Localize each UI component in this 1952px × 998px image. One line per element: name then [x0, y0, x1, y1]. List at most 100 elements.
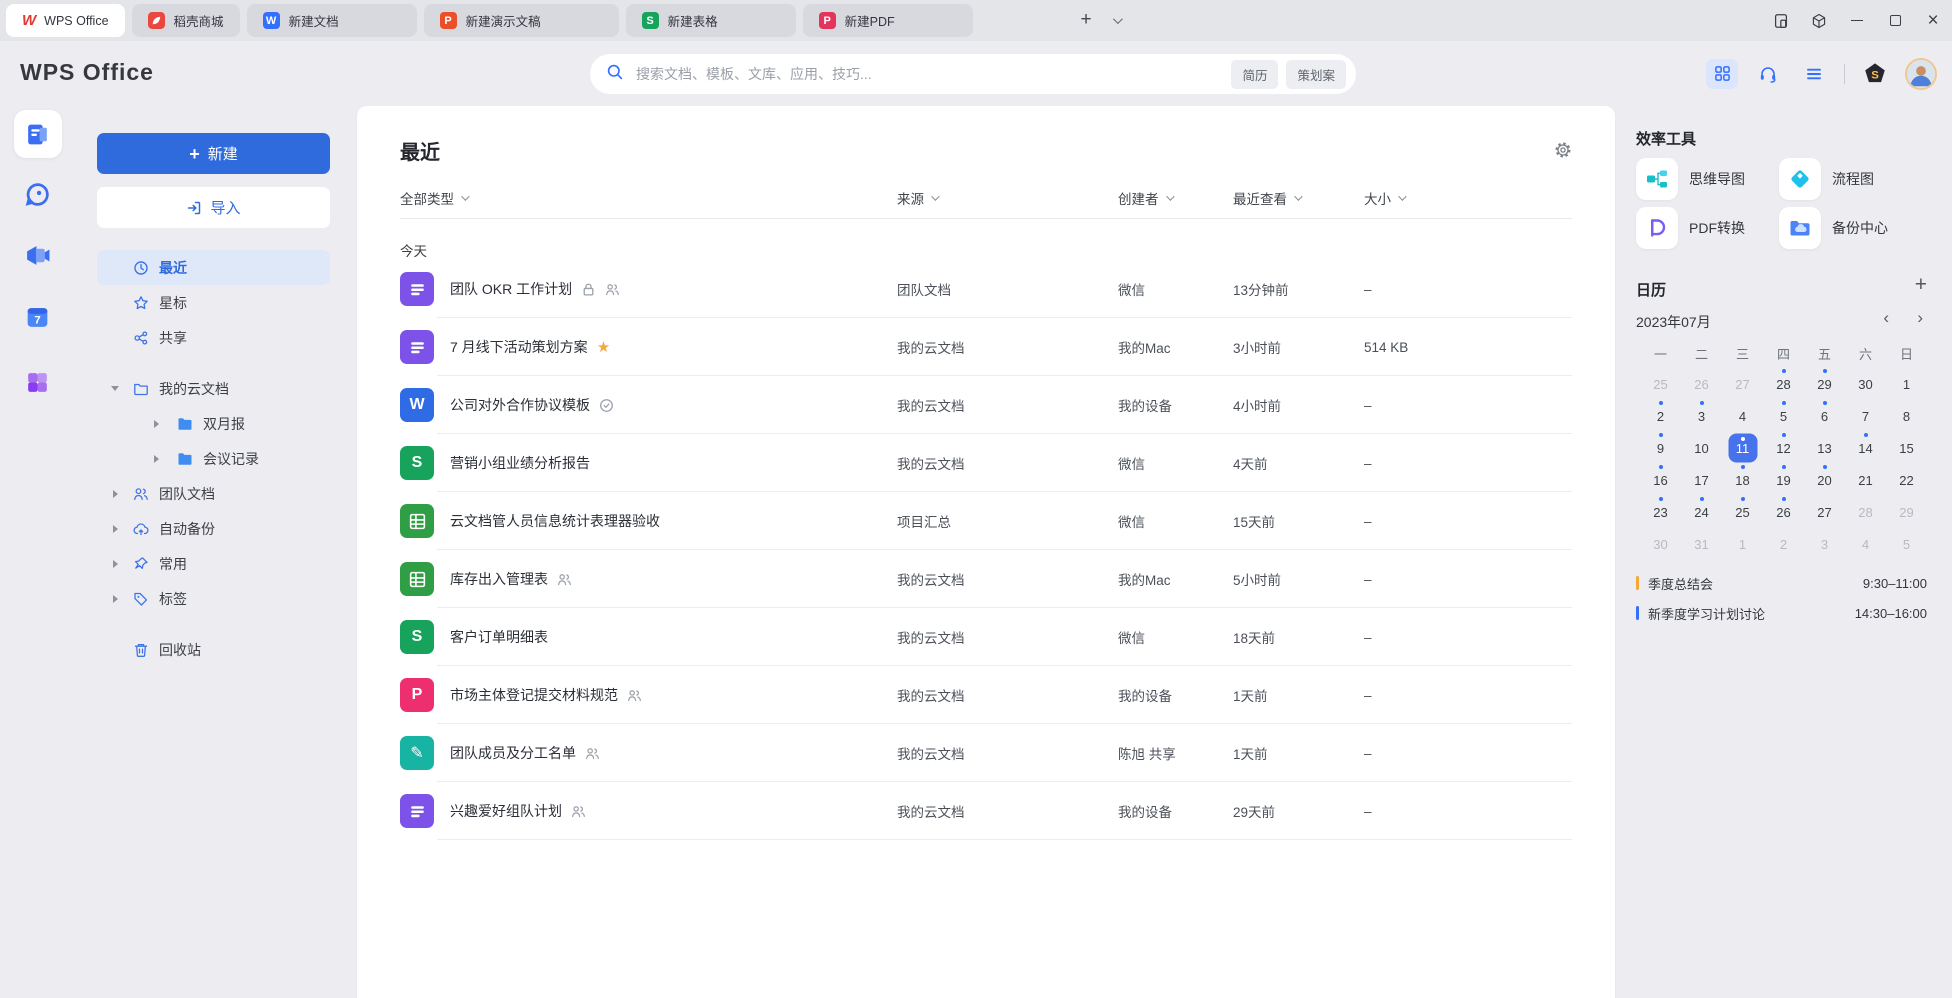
file-row[interactable]: P市场主体登记提交材料规范我的云文档我的设备1天前–	[357, 666, 1615, 724]
tool-PDF转换[interactable]: PDF转换	[1636, 207, 1745, 249]
calendar-day[interactable]: 16	[1640, 464, 1681, 496]
maximize-button[interactable]	[1876, 0, 1914, 41]
calendar-day[interactable]: 14	[1845, 432, 1886, 464]
calendar-day[interactable]: 19	[1763, 464, 1804, 496]
calendar-event[interactable]: 新季度学习计划讨论14:30–16:00	[1636, 598, 1931, 628]
calendar-day[interactable]: 2	[1763, 528, 1804, 560]
sidebar-item-团队文档[interactable]: 团队文档	[97, 476, 330, 511]
calendar-day[interactable]: 22	[1886, 464, 1927, 496]
calendar-day[interactable]: 21	[1845, 464, 1886, 496]
tab-6[interactable]: P新建PDF	[803, 4, 973, 37]
search-tag-chip[interactable]: 策划案	[1286, 60, 1346, 89]
device-button[interactable]	[1762, 0, 1800, 41]
filter-来源[interactable]: 来源	[897, 188, 937, 208]
filter-最近查看[interactable]: 最近查看	[1233, 188, 1300, 208]
calendar-day[interactable]: 30	[1845, 368, 1886, 400]
calendar-day[interactable]: 4	[1722, 400, 1763, 432]
calendar-day[interactable]: 4	[1845, 528, 1886, 560]
calendar-day[interactable]: 8	[1886, 400, 1927, 432]
calendar-day[interactable]: 18	[1722, 464, 1763, 496]
file-row[interactable]: W公司对外合作协议模板我的云文档我的设备4小时前–	[357, 376, 1615, 434]
file-row[interactable]: 库存出入管理表我的云文档我的Mac5小时前–	[357, 550, 1615, 608]
calendar-day[interactable]: 7	[1845, 400, 1886, 432]
calendar-prev-button[interactable]: ‹	[1883, 309, 1889, 326]
calendar-next-button[interactable]: ›	[1917, 309, 1923, 326]
new-tab-button[interactable]: +	[1072, 6, 1100, 34]
add-event-button[interactable]: +	[1915, 274, 1927, 295]
new-document-button[interactable]: + 新建	[97, 133, 330, 174]
minimize-button[interactable]	[1838, 0, 1876, 41]
sidebar-item-标签[interactable]: 标签	[97, 581, 330, 616]
calendar-day[interactable]: 30	[1640, 528, 1681, 560]
file-row[interactable]: ✎团队成员及分工名单我的云文档陈旭 共享1天前–	[357, 724, 1615, 782]
calendar-day[interactable]: 26	[1763, 496, 1804, 528]
file-row[interactable]: 团队 OKR 工作计划团队文档微信13分钟前–	[357, 260, 1615, 318]
filter-创建者[interactable]: 创建者	[1118, 188, 1172, 208]
calendar-day[interactable]: 10	[1681, 432, 1722, 464]
tab-3[interactable]: W新建文档	[247, 4, 417, 37]
calendar-day[interactable]: 29	[1886, 496, 1927, 528]
calendar-day[interactable]: 9	[1640, 432, 1681, 464]
import-button[interactable]: 导入	[97, 187, 330, 228]
sidebar-item-自动备份[interactable]: 自动备份	[97, 511, 330, 546]
search-bar[interactable]: 简历策划案	[590, 54, 1356, 94]
chevron-right-icon[interactable]	[151, 420, 161, 428]
calendar-day-selected[interactable]: 11	[1722, 432, 1763, 464]
calendar-day[interactable]: 27	[1804, 496, 1845, 528]
tab-list-dropdown[interactable]	[1102, 6, 1130, 34]
calendar-day[interactable]: 13	[1804, 432, 1845, 464]
filter-全部类型[interactable]: 全部类型	[400, 188, 467, 208]
chevron-right-icon[interactable]	[110, 560, 120, 568]
avatar[interactable]	[1905, 58, 1937, 90]
calendar-day[interactable]: 27	[1722, 368, 1763, 400]
search-input[interactable]	[634, 65, 1231, 83]
close-button[interactable]: ×	[1914, 0, 1952, 41]
chevron-right-icon[interactable]	[110, 595, 120, 603]
chevron-right-icon[interactable]	[110, 525, 120, 533]
file-row[interactable]: 云文档管人员信息统计表理器验收项目汇总微信15天前–	[357, 492, 1615, 550]
home-grid-button[interactable]	[1706, 59, 1738, 89]
menu-icon[interactable]	[1798, 59, 1830, 89]
calendar-day[interactable]: 6	[1804, 400, 1845, 432]
chevron-right-icon[interactable]	[110, 490, 120, 498]
svip-badge[interactable]: S	[1859, 59, 1891, 89]
calendar-day[interactable]: 28	[1763, 368, 1804, 400]
sidebar-item-共享[interactable]: 共享	[97, 320, 330, 355]
chevron-down-icon[interactable]	[110, 386, 120, 391]
calendar-day[interactable]: 20	[1804, 464, 1845, 496]
rail-item-docs[interactable]	[14, 110, 62, 158]
calendar-day[interactable]: 15	[1886, 432, 1927, 464]
sidebar-item-星标[interactable]: 星标	[97, 285, 330, 320]
sidebar-item-最近[interactable]: 最近	[97, 250, 330, 285]
tab-2[interactable]: 稻壳商城	[132, 4, 240, 37]
file-row[interactable]: 兴趣爱好组队计划我的云文档我的设备29天前–	[357, 782, 1615, 840]
calendar-day[interactable]: 3	[1681, 400, 1722, 432]
rail-item-meeting[interactable]	[14, 231, 62, 279]
chevron-right-icon[interactable]	[151, 455, 161, 463]
file-row[interactable]: S客户订单明细表我的云文档微信18天前–	[357, 608, 1615, 666]
calendar-day[interactable]: 26	[1681, 368, 1722, 400]
tool-流程图[interactable]: 流程图	[1779, 158, 1874, 200]
calendar-event[interactable]: 季度总结会9:30–11:00	[1636, 568, 1931, 598]
calendar-day[interactable]: 29	[1804, 368, 1845, 400]
tab-1[interactable]: WWPS Office	[6, 4, 125, 37]
sidebar-item-回收站[interactable]: 回收站	[97, 632, 330, 667]
calendar-day[interactable]: 17	[1681, 464, 1722, 496]
calendar-day[interactable]: 24	[1681, 496, 1722, 528]
rail-item-calendar-7[interactable]: 7	[14, 293, 62, 341]
search-tag-chip[interactable]: 简历	[1231, 60, 1278, 89]
calendar-day[interactable]: 2	[1640, 400, 1681, 432]
calendar-day[interactable]: 23	[1640, 496, 1681, 528]
calendar-day[interactable]: 31	[1681, 528, 1722, 560]
calendar-day[interactable]: 12	[1763, 432, 1804, 464]
calendar-day[interactable]: 25	[1640, 368, 1681, 400]
sidebar-item-双月报[interactable]: 双月报	[97, 406, 330, 441]
tab-4[interactable]: P新建演示文稿	[424, 4, 619, 37]
file-row[interactable]: S营销小组业绩分析报告我的云文档微信4天前–	[357, 434, 1615, 492]
gear-icon[interactable]	[1553, 140, 1573, 160]
calendar-day[interactable]: 1	[1886, 368, 1927, 400]
headset-support-icon[interactable]	[1752, 59, 1784, 89]
rail-item-chat[interactable]	[14, 170, 62, 218]
sidebar-item-常用[interactable]: 常用	[97, 546, 330, 581]
file-row[interactable]: 7 月线下活动策划方案★我的云文档我的Mac3小时前514 KB	[357, 318, 1615, 376]
